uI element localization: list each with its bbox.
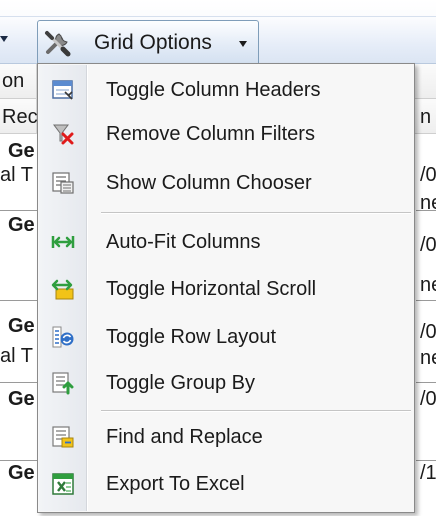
menu-item-export-to-excel[interactable]: Export To Excel bbox=[39, 462, 415, 506]
grid-cell[interactable]: /0 bbox=[420, 388, 436, 411]
menu-item-toggle-horizontal-scroll[interactable]: Toggle Horizontal Scroll bbox=[39, 267, 415, 311]
auto-fit-columns-icon bbox=[51, 236, 75, 248]
menu-item-label: Toggle Group By bbox=[106, 372, 255, 394]
grid-cell[interactable]: /1 bbox=[420, 462, 436, 485]
row-divider bbox=[416, 210, 436, 211]
row-divider bbox=[0, 300, 40, 301]
grid-cell[interactable]: al T bbox=[0, 164, 33, 187]
grid-cell[interactable]: al T bbox=[0, 345, 33, 368]
menu-item-toggle-column-headers[interactable]: Toggle Column Headers bbox=[39, 68, 415, 112]
export-to-excel-icon bbox=[52, 473, 74, 495]
grid-cell[interactable]: Ge bbox=[8, 214, 35, 237]
grid-cell[interactable]: ne bbox=[420, 274, 436, 297]
show-column-chooser-icon bbox=[52, 172, 74, 194]
grid-cell[interactable]: Ge bbox=[8, 388, 35, 411]
toggle-horizontal-scroll-icon bbox=[51, 279, 74, 300]
menu-item-label: Toggle Row Layout bbox=[106, 326, 277, 348]
toggle-group-by-icon bbox=[52, 372, 74, 395]
menu-item-label: Toggle Horizontal Scroll bbox=[106, 278, 317, 300]
grid-cell[interactable]: ne bbox=[420, 347, 436, 370]
column-header[interactable]: n bbox=[420, 106, 431, 129]
menu-item-find-and-replace[interactable]: Find and Replace bbox=[39, 415, 415, 459]
menu-item-toggle-row-layout[interactable]: Toggle Row Layout bbox=[39, 315, 415, 359]
toolbar-divider bbox=[0, 16, 436, 17]
menu-item-toggle-group-by[interactable]: Toggle Group By bbox=[39, 361, 415, 405]
grid-options-label: Grid Options bbox=[94, 31, 212, 54]
tools-icon bbox=[45, 31, 71, 57]
menu-item-label: Remove Column Filters bbox=[106, 123, 315, 145]
dropdown-arrow-icon[interactable] bbox=[0, 36, 8, 42]
grid-cell[interactable]: Ge bbox=[8, 462, 35, 485]
menu-item-label: Find and Replace bbox=[106, 426, 263, 448]
menu-item-remove-column-filters[interactable]: Remove Column Filters bbox=[39, 112, 415, 156]
grid-cell[interactable]: Ge bbox=[8, 315, 35, 338]
row-divider bbox=[416, 300, 436, 301]
grid-cell[interactable]: ne bbox=[420, 192, 436, 215]
toggle-row-layout-icon bbox=[52, 326, 74, 348]
row-divider bbox=[0, 210, 40, 211]
row-divider bbox=[416, 382, 436, 383]
grid-cell[interactable]: /0 bbox=[420, 321, 436, 344]
row-divider bbox=[0, 460, 40, 461]
chevron-down-icon bbox=[239, 41, 247, 47]
column-header[interactable]: on bbox=[2, 70, 24, 93]
grid-cell[interactable]: Ge bbox=[8, 140, 35, 163]
grid-cell[interactable]: /0 bbox=[420, 164, 436, 187]
menu-separator bbox=[101, 410, 411, 412]
grid-options-menu: Toggle Column Headers Remove Column Filt… bbox=[37, 63, 415, 513]
menu-item-auto-fit-columns[interactable]: Auto-Fit Columns bbox=[39, 220, 415, 264]
grid-cell[interactable]: /0 bbox=[420, 234, 436, 257]
column-header[interactable]: Rec bbox=[2, 106, 38, 129]
toolbar: Grid Options bbox=[0, 0, 436, 64]
menu-item-show-column-chooser[interactable]: Show Column Chooser bbox=[39, 161, 415, 205]
grid-options-button[interactable]: Grid Options bbox=[37, 20, 259, 64]
toggle-column-headers-icon bbox=[52, 80, 73, 100]
menu-item-label: Show Column Chooser bbox=[106, 172, 312, 194]
menu-item-label: Export To Excel bbox=[106, 473, 245, 495]
remove-column-filters-icon bbox=[53, 124, 74, 145]
menu-item-label: Toggle Column Headers bbox=[106, 79, 321, 101]
row-divider bbox=[416, 460, 436, 461]
menu-item-label: Auto-Fit Columns bbox=[106, 231, 261, 253]
menu-separator bbox=[101, 212, 411, 214]
find-and-replace-icon bbox=[52, 426, 74, 448]
row-divider bbox=[0, 382, 40, 383]
